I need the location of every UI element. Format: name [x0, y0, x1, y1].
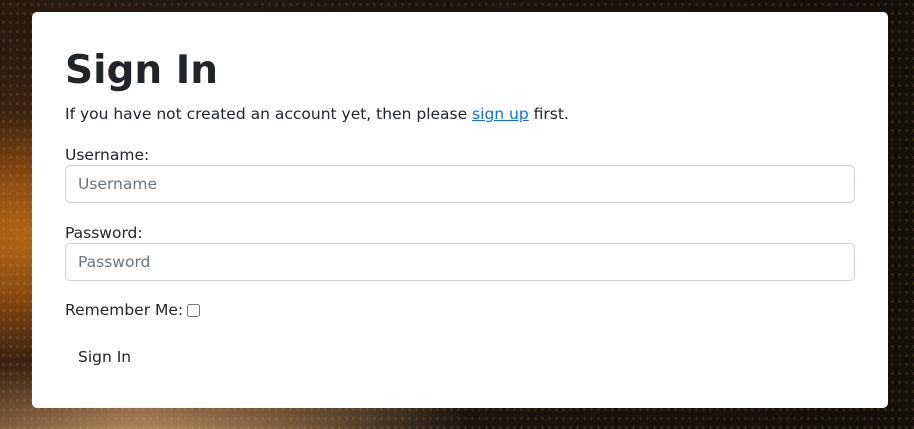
password-input[interactable] — [65, 243, 855, 281]
signup-prompt-text: If you have not created an account yet, … — [65, 105, 473, 123]
sign-in-button[interactable]: Sign In — [65, 340, 144, 374]
signup-link[interactable]: sign up — [472, 105, 529, 123]
remember-me-row: Remember Me: — [65, 300, 201, 320]
remember-me-label: Remember Me: — [65, 301, 184, 319]
remember-me-checkbox[interactable] — [187, 303, 201, 317]
page-title: Sign In — [65, 48, 218, 93]
username-label: Username: — [65, 146, 150, 164]
password-label: Password: — [65, 224, 143, 242]
signup-prompt-suffix: first. — [528, 105, 569, 123]
signin-card: Sign In If you have not created an accou… — [32, 12, 888, 408]
signup-prompt: If you have not created an account yet, … — [65, 104, 569, 124]
username-input[interactable] — [65, 165, 855, 203]
